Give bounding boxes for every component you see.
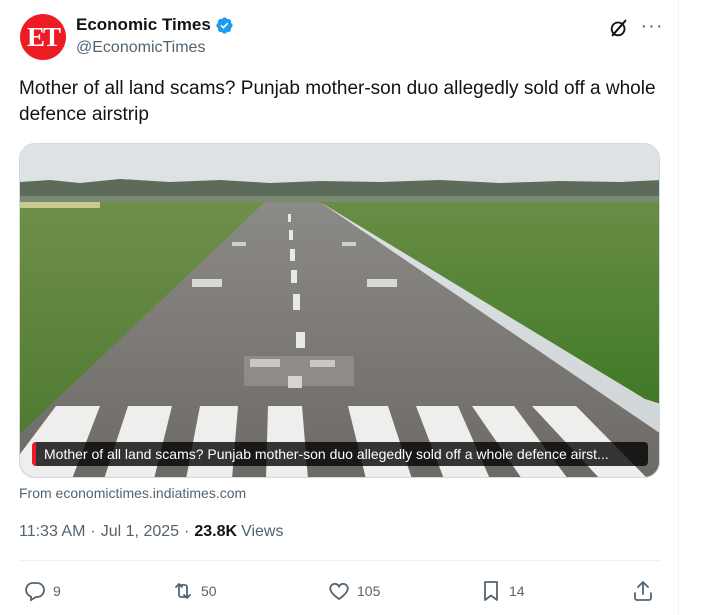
tweet-meta: 11:33 AM · Jul 1, 2025 · 23.8K Views [19, 523, 283, 541]
timeline-border [678, 0, 679, 615]
verified-badge-icon [216, 16, 233, 34]
author-name[interactable]: Economic Times [76, 15, 211, 35]
share-button[interactable] [631, 575, 655, 607]
repost-icon [175, 583, 191, 599]
airstrip-photo [20, 144, 659, 477]
divider [19, 560, 660, 561]
like-button[interactable]: 105 [327, 575, 380, 607]
repost-button[interactable]: 50 [171, 575, 217, 607]
tweet-actions: 9 50 105 14 [19, 575, 660, 607]
repost-count: 50 [201, 583, 217, 599]
views-count: 23.8K [194, 523, 238, 540]
share-icon [634, 581, 652, 601]
bookmark-count: 14 [509, 583, 525, 599]
tweet-text: Mother of all land scams? Punjab mother-… [19, 78, 656, 125]
author-name-row[interactable]: Economic Times [76, 15, 234, 35]
meta-separator: · [90, 523, 96, 540]
media-caption-text: Mother of all land scams? Punjab mother-… [44, 446, 609, 462]
like-count: 105 [357, 583, 381, 599]
tweet-date[interactable]: Jul 1, 2025 [101, 523, 179, 541]
avatar-logo-text: ET [26, 21, 61, 52]
author-handle[interactable]: @EconomicTimes [76, 39, 205, 57]
views-label: Views [241, 523, 284, 540]
tweet-header: ET Economic Times @EconomicTimes ··· [20, 12, 665, 62]
heart-icon [329, 582, 349, 601]
meta-separator: · [184, 523, 190, 540]
reply-count: 9 [53, 583, 61, 599]
reply-button[interactable]: 9 [23, 575, 61, 607]
bookmark-icon [484, 581, 498, 601]
reply-icon [25, 582, 45, 602]
media-card[interactable]: Mother of all land scams? Punjab mother-… [19, 143, 660, 478]
media-caption: Mother of all land scams? Punjab mother-… [32, 442, 648, 466]
more-icon[interactable]: ··· [640, 14, 664, 38]
grok-icon[interactable] [608, 17, 630, 39]
avatar[interactable]: ET [20, 14, 66, 60]
bookmark-button[interactable]: 14 [479, 575, 525, 607]
link-source[interactable]: From economictimes.indiatimes.com [19, 485, 246, 501]
tweet-time[interactable]: 11:33 AM [19, 523, 85, 541]
